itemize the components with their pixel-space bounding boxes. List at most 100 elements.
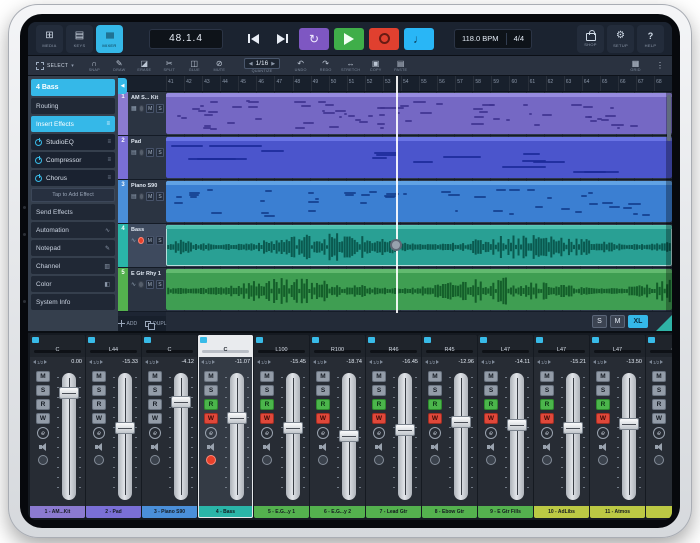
- tool-button[interactable]: ◪ ERASE: [133, 59, 156, 72]
- record-arm-button[interactable]: [139, 105, 145, 112]
- track-header[interactable]: 3 Piano S90 ▤ M S: [118, 180, 166, 224]
- mute-button[interactable]: M: [372, 371, 386, 382]
- record-arm-button[interactable]: [318, 455, 328, 465]
- clip-region[interactable]: [166, 225, 672, 266]
- eq-button[interactable]: e: [653, 427, 665, 439]
- add-track-button[interactable]: ADD: [118, 320, 138, 327]
- output-icon[interactable]: [598, 442, 609, 452]
- io-indicator[interactable]: [144, 337, 151, 343]
- output-icon[interactable]: [38, 442, 49, 452]
- power-icon[interactable]: [35, 157, 42, 164]
- strip-name-label[interactable]: 10 - AdLibs: [534, 506, 589, 518]
- strip-name-label[interactable]: 5 - E.G...y 1: [254, 506, 309, 518]
- record-button[interactable]: [369, 28, 399, 50]
- select-tool-button[interactable]: SELECT ▾: [36, 62, 74, 70]
- tool-button[interactable]: ↷ REDO: [314, 59, 337, 72]
- tempo-display[interactable]: 118.0 BPM 4/4: [454, 29, 532, 49]
- io-indicator[interactable]: [424, 337, 431, 343]
- quantize-control[interactable]: ◀ 1/16 ▶ QUANTIZE: [244, 58, 280, 73]
- io-indicator[interactable]: [648, 337, 655, 343]
- strip-name-label[interactable]: 8 - Ebow Gtr: [422, 506, 477, 518]
- stereo-io-control[interactable]: 1/2: [425, 360, 439, 365]
- quantize-increase-icon[interactable]: ▶: [271, 61, 275, 67]
- track-height-xl-button[interactable]: XL: [628, 315, 648, 328]
- output-icon[interactable]: [374, 442, 385, 452]
- volume-fader[interactable]: [280, 371, 306, 502]
- mute-button[interactable]: M: [484, 371, 498, 382]
- mute-button[interactable]: M: [146, 280, 154, 289]
- tool-button[interactable]: ✂ SPLIT: [158, 59, 181, 72]
- eq-button[interactable]: e: [485, 427, 497, 439]
- solo-button[interactable]: S: [156, 236, 164, 245]
- clip-region[interactable]: [166, 181, 672, 222]
- pan-slider[interactable]: R45: [426, 346, 473, 355]
- vertical-scrollbar[interactable]: [666, 92, 672, 311]
- write-automation-button[interactable]: W: [260, 413, 274, 424]
- grid-settings-button[interactable]: ▦ GRID: [624, 59, 647, 72]
- tool-button[interactable]: ⊘ MUTE: [208, 59, 231, 72]
- output-icon[interactable]: [654, 442, 665, 452]
- scrollbar-thumb[interactable]: [667, 95, 671, 141]
- pan-slider[interactable]: L44: [90, 346, 137, 355]
- strip-name-label[interactable]: 6 - E.G...y 2: [310, 506, 365, 518]
- solo-button[interactable]: S: [540, 385, 554, 396]
- more-menu-icon[interactable]: ⋮: [656, 61, 664, 70]
- volume-fader[interactable]: [336, 371, 362, 502]
- solo-button[interactable]: S: [652, 385, 666, 396]
- solo-button[interactable]: S: [156, 148, 164, 157]
- power-icon[interactable]: [35, 175, 42, 182]
- solo-button[interactable]: S: [260, 385, 274, 396]
- write-automation-button[interactable]: W: [316, 413, 330, 424]
- inspector-item[interactable]: System Info: [31, 294, 115, 310]
- stereo-io-control[interactable]: 1/2: [201, 360, 215, 365]
- solo-button[interactable]: S: [428, 385, 442, 396]
- write-automation-button[interactable]: W: [148, 413, 162, 424]
- strip-name-label[interactable]: 9 - E Gtr Fills: [478, 506, 533, 518]
- record-arm-button[interactable]: [262, 455, 272, 465]
- tool-button[interactable]: ✎ DRAW: [108, 59, 131, 72]
- volume-fader[interactable]: [168, 371, 194, 502]
- record-arm-button[interactable]: [206, 455, 216, 465]
- record-arm-button[interactable]: [94, 455, 104, 465]
- inspector-item-routing[interactable]: Routing: [31, 98, 115, 114]
- inspector-collapse-button[interactable]: ◀: [118, 78, 127, 94]
- write-automation-button[interactable]: W: [540, 413, 554, 424]
- write-automation-button[interactable]: W: [372, 413, 386, 424]
- eq-button[interactable]: e: [541, 427, 553, 439]
- stereo-io-control[interactable]: 1/2: [89, 360, 103, 365]
- nav-button[interactable]: MIXER: [96, 25, 123, 53]
- stereo-io-control[interactable]: 1/2: [369, 360, 383, 365]
- volume-fader[interactable]: [560, 371, 586, 502]
- strip-name-label[interactable]: 2 - Pad: [86, 506, 141, 518]
- pan-slider[interactable]: C: [650, 346, 672, 355]
- fader-cap[interactable]: [507, 419, 527, 431]
- fader-cap[interactable]: [339, 430, 359, 442]
- output-icon[interactable]: [206, 442, 217, 452]
- pan-slider[interactable]: C: [146, 346, 193, 355]
- read-automation-button[interactable]: R: [204, 399, 218, 410]
- io-indicator[interactable]: [88, 337, 95, 343]
- cycle-button[interactable]: ↻: [299, 28, 329, 50]
- read-automation-button[interactable]: R: [484, 399, 498, 410]
- tool-button[interactable]: ◫ GLUE: [183, 59, 206, 72]
- write-automation-button[interactable]: W: [428, 413, 442, 424]
- inspector-item[interactable]: Color ◧: [31, 276, 115, 292]
- stereo-io-control[interactable]: 1/2: [649, 360, 663, 365]
- read-automation-button[interactable]: R: [428, 399, 442, 410]
- strip-name-label[interactable]: 3 - Piano S90: [142, 506, 197, 518]
- output-icon[interactable]: [430, 442, 441, 452]
- eq-button[interactable]: e: [205, 427, 217, 439]
- solo-button[interactable]: S: [316, 385, 330, 396]
- output-icon[interactable]: [262, 442, 273, 452]
- read-automation-button[interactable]: R: [372, 399, 386, 410]
- clip-region[interactable]: [166, 269, 672, 310]
- track-header[interactable]: 1 AM S... Kit ▦ M S: [118, 92, 166, 136]
- solo-button[interactable]: S: [484, 385, 498, 396]
- output-icon[interactable]: [486, 442, 497, 452]
- io-indicator[interactable]: [200, 337, 207, 343]
- nav-button[interactable]: SHOP: [577, 25, 604, 53]
- record-arm-button[interactable]: [150, 455, 160, 465]
- stereo-io-control[interactable]: 1/2: [257, 360, 271, 365]
- solo-button[interactable]: S: [204, 385, 218, 396]
- effect-slot[interactable]: Compressor ≡: [31, 152, 115, 168]
